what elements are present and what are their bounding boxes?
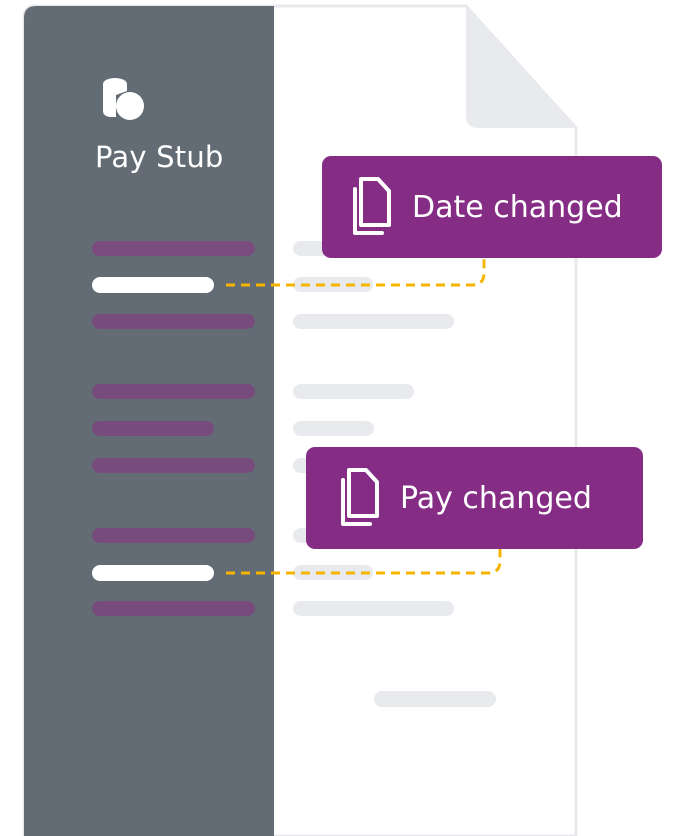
callout-label: Date changed xyxy=(412,189,623,225)
document-title: Pay Stub xyxy=(95,140,224,174)
highlight-line-pay xyxy=(92,565,214,581)
date-changed-callout: Date changed xyxy=(322,156,662,258)
copy-documents-icon xyxy=(341,468,379,526)
highlight-line-date xyxy=(92,277,214,293)
copy-documents-icon xyxy=(353,177,391,235)
callout-label: Pay changed xyxy=(400,480,592,516)
pay-changed-callout: Pay changed xyxy=(306,447,643,549)
pay-stub-diagram: Pay Stub Date changed Pay changed xyxy=(0,0,675,836)
pay-stub-document xyxy=(22,4,578,836)
